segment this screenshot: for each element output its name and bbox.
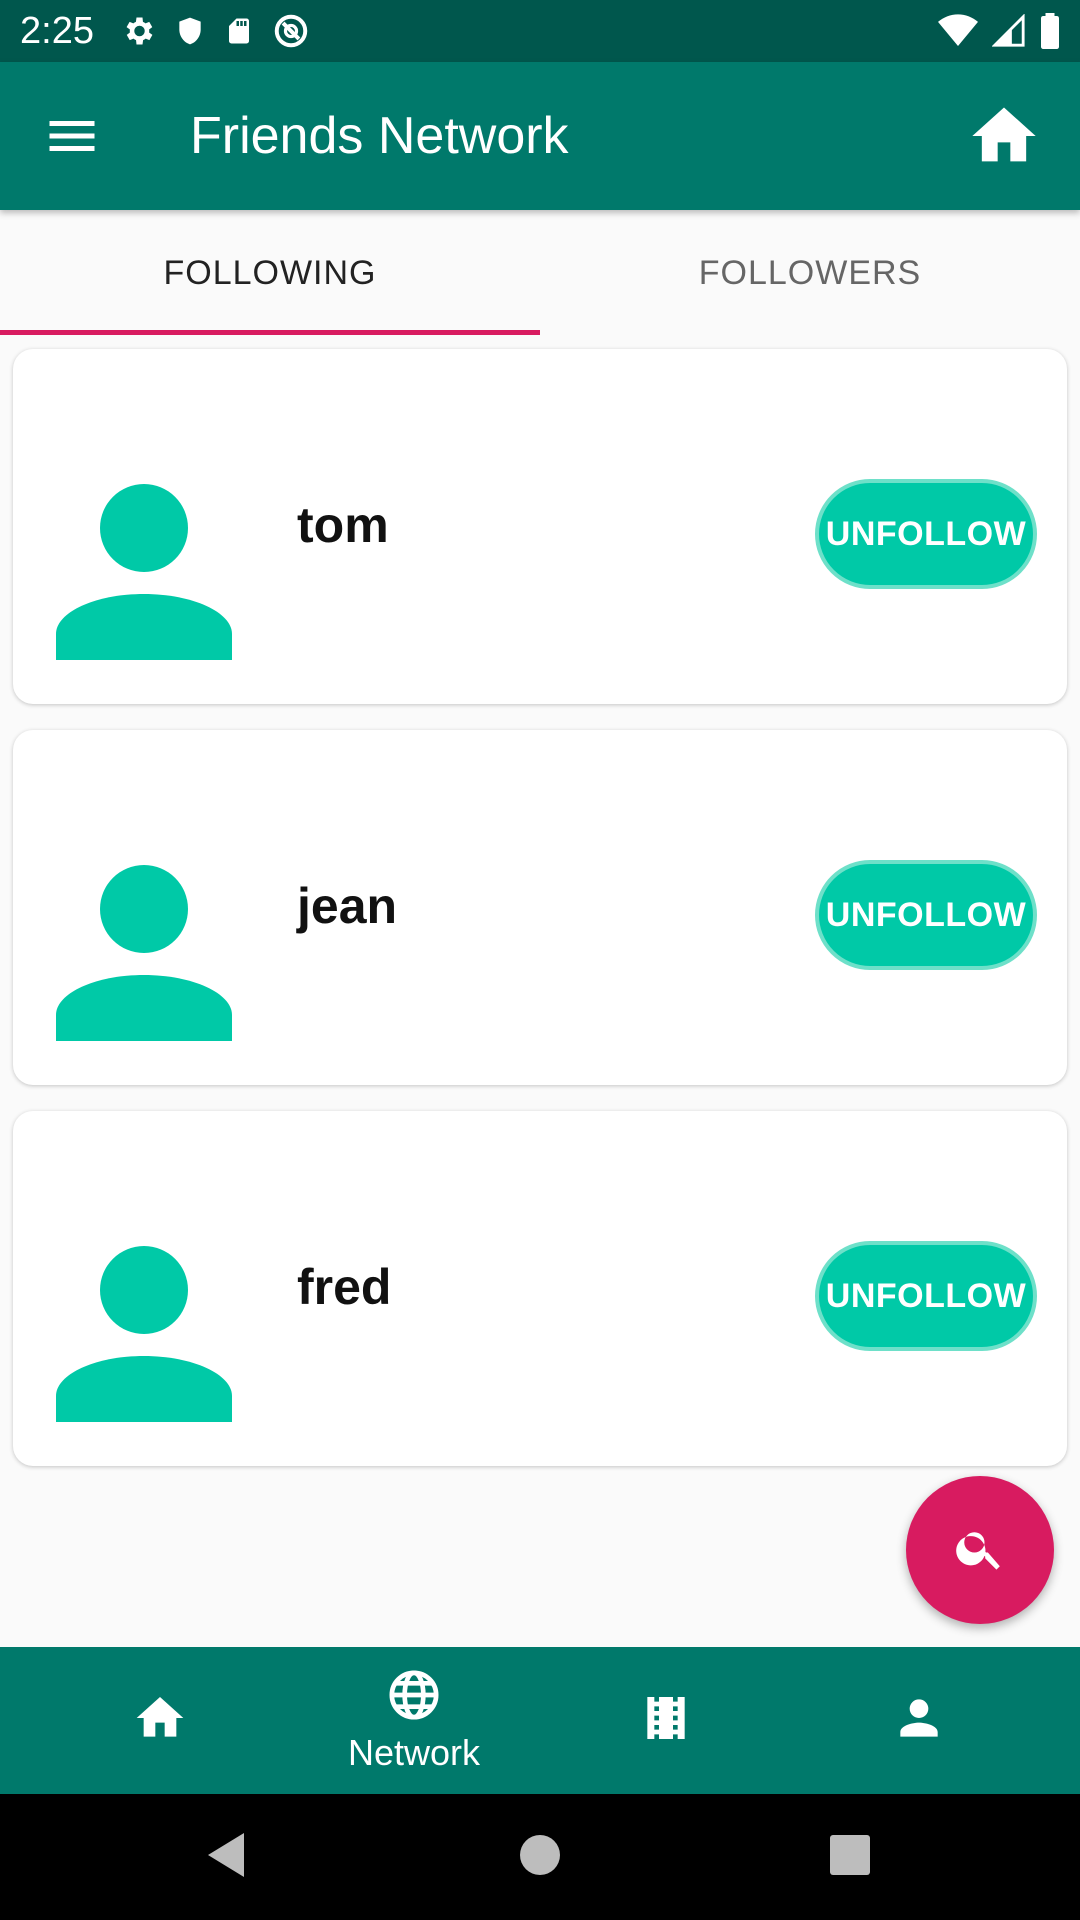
- shield-icon: [174, 13, 206, 49]
- menu-button[interactable]: [42, 106, 102, 166]
- unfollow-button[interactable]: UNFOLLOW: [815, 479, 1037, 589]
- search-fab[interactable]: [906, 1476, 1054, 1624]
- home-icon: [132, 1690, 188, 1751]
- search-icon: [953, 1521, 1007, 1580]
- status-bar: 2:25: [0, 0, 1080, 62]
- home-button[interactable]: [966, 98, 1042, 174]
- sd-card-icon: [224, 13, 254, 49]
- back-button[interactable]: [193, 1824, 259, 1890]
- app-bar: Friends Network: [0, 62, 1080, 210]
- nav-label-network: Network: [347, 1732, 481, 1773]
- tab-followers[interactable]: FOLLOWERS: [540, 210, 1080, 336]
- unfollow-button[interactable]: UNFOLLOW: [815, 1241, 1037, 1351]
- unfollow-button[interactable]: UNFOLLOW: [815, 860, 1037, 970]
- user-name: tom: [297, 497, 389, 553]
- user-card: jean UNFOLLOW: [13, 730, 1067, 1085]
- avatar-icon: [56, 484, 232, 660]
- app-title: Friends Network: [190, 107, 569, 165]
- signal-icon: [992, 14, 1026, 48]
- person-icon: [891, 1690, 947, 1751]
- film-icon: [638, 1690, 694, 1751]
- user-card: fred UNFOLLOW: [13, 1111, 1067, 1466]
- hamburger-menu-icon: [42, 121, 102, 170]
- globe-icon: [386, 1667, 442, 1728]
- tab-bar: FOLLOWING FOLLOWERS: [0, 210, 1080, 336]
- wifi-icon: [938, 14, 978, 48]
- back-triangle-icon: [204, 1831, 248, 1884]
- home-circle-icon: [519, 1834, 561, 1881]
- avatar-icon: [56, 865, 232, 1041]
- user-name: jean: [297, 878, 398, 934]
- status-time: 2:25: [20, 10, 94, 52]
- home-system-button[interactable]: [507, 1824, 573, 1890]
- settings-icon: [120, 13, 156, 49]
- nav-item-home[interactable]: [25, 1647, 295, 1794]
- tab-following[interactable]: FOLLOWING: [0, 210, 540, 336]
- user-name: fred: [297, 1259, 392, 1315]
- avatar-icon: [56, 1246, 232, 1422]
- nav-item-network[interactable]: Network: [279, 1647, 549, 1794]
- system-navigation-bar: [0, 1794, 1080, 1920]
- recents-button[interactable]: [817, 1824, 883, 1890]
- user-card: tom UNFOLLOW: [13, 349, 1067, 704]
- user-list: tom UNFOLLOW jean UNFOLLOW fred UNFOLLOW: [13, 349, 1067, 1492]
- no-sync-icon: [272, 12, 310, 50]
- nav-item-profile[interactable]: [784, 1647, 1054, 1794]
- home-icon: [966, 107, 1042, 178]
- recents-square-icon: [829, 1834, 871, 1881]
- tab-indicator: [0, 330, 540, 335]
- battery-icon: [1040, 13, 1060, 49]
- bottom-navigation: Network: [0, 1647, 1080, 1794]
- nav-item-media[interactable]: [531, 1647, 801, 1794]
